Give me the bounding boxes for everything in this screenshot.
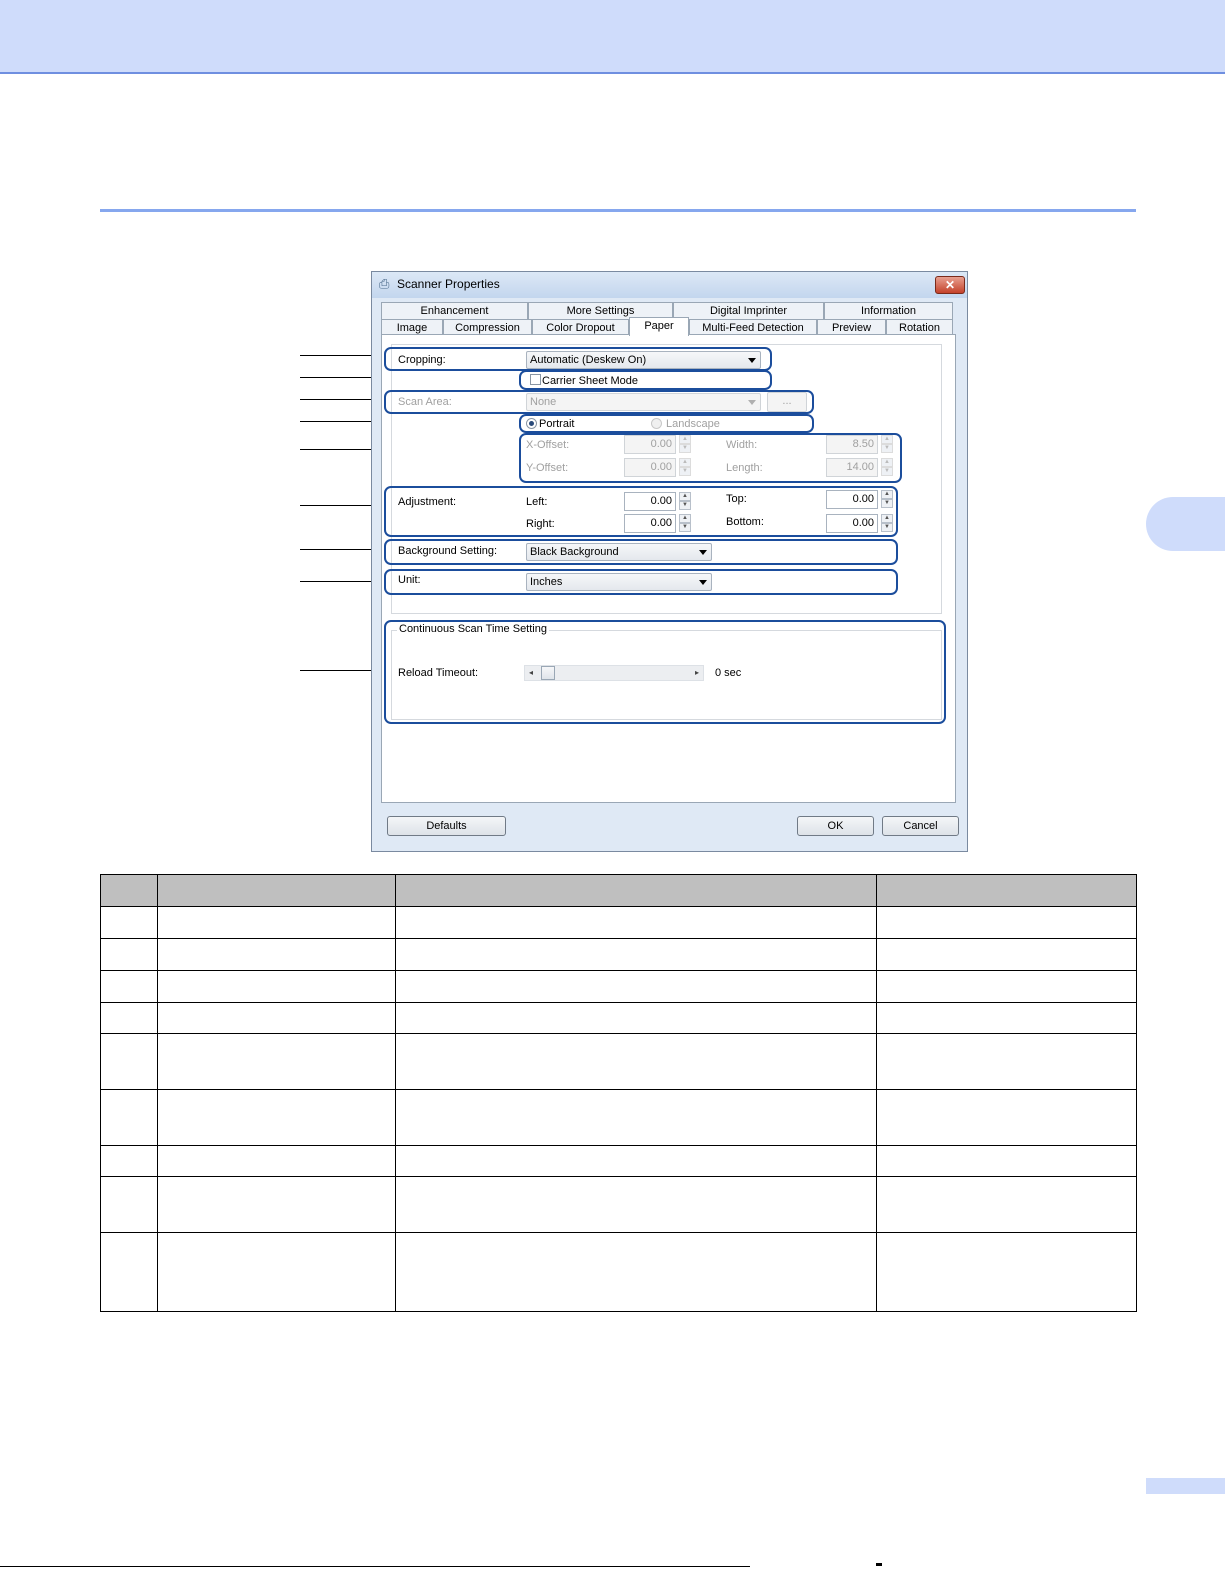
tab-digital-imprinter[interactable]: Digital Imprinter <box>673 302 824 319</box>
table-cell <box>876 938 1137 971</box>
table-cell <box>876 1089 1137 1146</box>
table-header-cell <box>156 874 396 907</box>
table-cell <box>876 1232 1137 1312</box>
header-band <box>0 0 1225 74</box>
tab-paper[interactable]: Paper <box>629 317 689 336</box>
close-button[interactable]: ✕ <box>935 276 965 294</box>
table-cell <box>100 1232 158 1312</box>
table-cell <box>156 1232 396 1312</box>
title-bar: ⎙ Scanner Properties ✕ <box>372 272 967 298</box>
table-cell <box>876 970 1137 1003</box>
table-cell <box>100 1089 158 1146</box>
table-row <box>100 1176 1137 1233</box>
highlight-offsets <box>519 433 902 483</box>
table-row <box>100 970 1137 1003</box>
table-cell <box>876 906 1137 939</box>
page-number-tab <box>1146 1478 1225 1494</box>
table-cell <box>394 938 878 971</box>
table-cell <box>394 1002 878 1034</box>
reference-table <box>100 874 1137 1312</box>
cancel-button[interactable]: Cancel <box>882 816 959 836</box>
table-cell <box>100 1145 158 1177</box>
table-cell <box>876 1033 1137 1090</box>
window-title: Scanner Properties <box>397 277 500 291</box>
ok-button[interactable]: OK <box>797 816 874 836</box>
table-cell <box>394 1033 878 1090</box>
table-cell <box>100 1033 158 1090</box>
table-row <box>100 1145 1137 1177</box>
highlight-orientation <box>519 414 814 433</box>
highlight-scan-area <box>384 390 814 414</box>
table-cell <box>394 1089 878 1146</box>
section-rule <box>100 209 1136 212</box>
table-cell <box>100 906 158 939</box>
table-header-cell <box>394 874 878 907</box>
table-cell <box>394 1176 878 1233</box>
table-cell <box>876 1176 1137 1233</box>
table-cell <box>156 906 396 939</box>
table-row <box>100 1089 1137 1146</box>
table-cell <box>100 1002 158 1034</box>
footer-line <box>0 1566 750 1567</box>
table-cell <box>394 1145 878 1177</box>
table-row <box>100 906 1137 939</box>
table-cell <box>876 1145 1137 1177</box>
table-cell <box>156 1002 396 1034</box>
table-cell <box>100 970 158 1003</box>
table-cell <box>394 1232 878 1312</box>
table-row <box>100 1033 1137 1090</box>
table-cell <box>876 1002 1137 1034</box>
defaults-button[interactable]: Defaults <box>387 816 506 836</box>
table-cell <box>100 938 158 971</box>
scanner-properties-window: ⎙ Scanner Properties ✕ Enhancement More … <box>371 271 968 852</box>
highlight-continuous-scan <box>384 620 946 724</box>
paper-panel: Cropping: Automatic (Deskew On) Carrier … <box>381 334 956 803</box>
highlight-background-setting <box>384 539 898 565</box>
table-cell <box>156 938 396 971</box>
table-cell <box>394 906 878 939</box>
highlight-adjustment <box>384 486 898 537</box>
chapter-tab <box>1146 497 1225 551</box>
table-cell <box>156 970 396 1003</box>
table-cell <box>100 1176 158 1233</box>
highlight-cropping <box>384 347 772 371</box>
scanner-icon: ⎙ <box>379 276 390 291</box>
table-header-row <box>100 874 1137 907</box>
table-row <box>100 938 1137 971</box>
highlight-carrier-sheet <box>519 370 772 390</box>
table-row <box>100 1002 1137 1034</box>
table-cell <box>156 1089 396 1146</box>
table-cell <box>156 1033 396 1090</box>
tab-enhancement[interactable]: Enhancement <box>381 302 528 319</box>
table-cell <box>394 970 878 1003</box>
highlight-unit <box>384 569 898 595</box>
table-header-cell <box>876 874 1137 907</box>
table-header-cell <box>100 874 158 907</box>
table-row <box>100 1232 1137 1312</box>
tab-information[interactable]: Information <box>824 302 953 319</box>
table-cell <box>156 1176 396 1233</box>
footer-mark <box>876 1563 882 1566</box>
table-cell <box>156 1145 396 1177</box>
